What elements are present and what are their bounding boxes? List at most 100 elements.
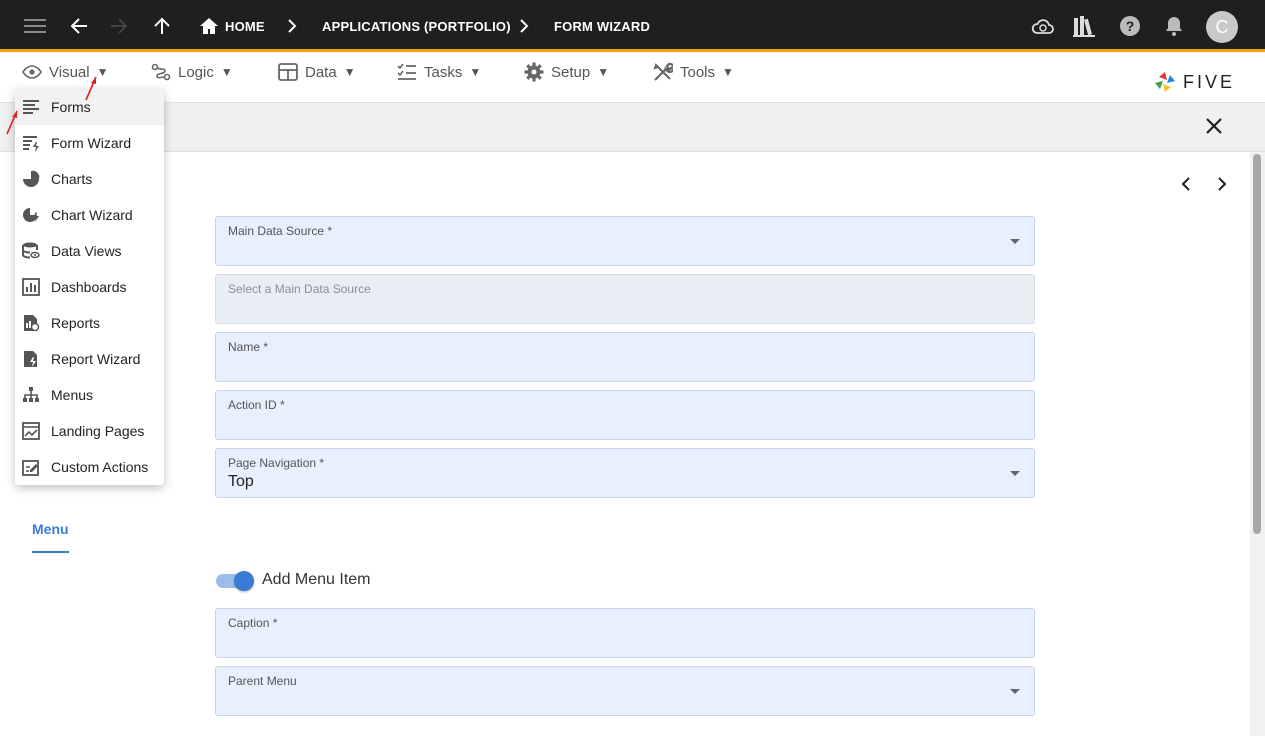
menu-tasks-label: Tasks xyxy=(424,63,463,81)
up-arrow-icon[interactable] xyxy=(149,13,175,39)
field-label: Main Data Source * xyxy=(228,224,333,238)
report-icon xyxy=(24,315,40,332)
top-bar: HOME APPLICATIONS (PORTFOLIO) FORM WIZAR… xyxy=(0,0,1265,52)
breadcrumb-form-wizard: FORM WIZARD xyxy=(554,18,651,34)
menu-data[interactable]: Data ▼ xyxy=(278,55,356,89)
landing-page-icon xyxy=(22,422,40,440)
menu-item-label: Data Views xyxy=(51,243,122,259)
hamburger-menu-icon[interactable] xyxy=(22,13,48,39)
add-menu-item-label: Add Menu Item xyxy=(262,571,371,588)
dropdown-caret-icon xyxy=(1010,239,1020,244)
visual-dropdown-menu: Forms Form Wizard Charts Chart Wizard Da… xyxy=(15,89,164,485)
breadcrumb-home[interactable]: HOME xyxy=(225,0,265,52)
menu-logic[interactable]: Logic ▼ xyxy=(151,55,233,89)
menu-item-charts[interactable]: Charts xyxy=(15,161,164,197)
tools-icon xyxy=(653,62,673,81)
page-navigation-select[interactable]: Page Navigation * Top xyxy=(215,448,1035,498)
library-icon[interactable] xyxy=(1071,13,1097,39)
menu-logic-label: Logic xyxy=(178,63,214,81)
annotation-arrow-visual xyxy=(85,76,97,101)
caret-down-icon: ▼ xyxy=(722,65,734,79)
field-label: Action ID * xyxy=(228,398,285,412)
field-label: Parent Menu xyxy=(228,674,297,688)
forward-arrow-icon[interactable] xyxy=(106,13,132,39)
breadcrumb-applications[interactable]: APPLICATIONS (PORTFOLIO) xyxy=(322,0,511,52)
menu-item-data-views[interactable]: Data Views xyxy=(15,233,164,269)
menu-item-reports[interactable]: Reports xyxy=(15,305,164,341)
custom-action-icon xyxy=(22,460,39,476)
parent-menu-select[interactable]: Parent Menu xyxy=(215,666,1035,716)
annotation-arrows xyxy=(6,76,97,135)
menu-tools-label: Tools xyxy=(680,63,716,81)
help-icon[interactable]: ? xyxy=(1117,13,1143,39)
caret-down-icon: ▼ xyxy=(343,65,356,79)
chart-wizard-icon xyxy=(23,208,39,222)
dashboard-icon xyxy=(22,278,40,296)
field-label: Caption * xyxy=(228,616,278,630)
five-logo: FIVE xyxy=(1153,70,1235,94)
annotation-arrow-forms xyxy=(6,110,18,135)
menu-item-label: Dashboards xyxy=(51,279,127,295)
user-avatar[interactable]: C xyxy=(1206,11,1238,43)
menu-item-menus[interactable]: Menus xyxy=(15,377,164,413)
vertical-scrollbar[interactable] xyxy=(1250,152,1265,736)
toggle-knob xyxy=(234,571,254,591)
chevron-right-icon xyxy=(279,13,305,39)
five-logo-text: FIVE xyxy=(1183,71,1236,92)
field-label: Page Navigation * xyxy=(228,456,325,470)
home-icon[interactable] xyxy=(196,13,222,39)
sitemap-icon xyxy=(23,387,39,402)
menu-item-chart-wizard[interactable]: Chart Wizard xyxy=(15,197,164,233)
menu-item-label: Landing Pages xyxy=(51,423,145,439)
checklist-icon xyxy=(397,63,416,80)
caption-field[interactable]: Caption * xyxy=(215,608,1035,658)
gear-icon xyxy=(524,62,544,82)
menu-tools[interactable]: Tools ▼ xyxy=(653,55,734,89)
name-field[interactable]: Name * xyxy=(215,332,1035,382)
field-label: Name * xyxy=(228,340,269,354)
menu-item-label: Menus xyxy=(51,387,94,403)
tab-menu[interactable]: Menu xyxy=(32,521,69,537)
menu-item-report-wizard[interactable]: Report Wizard xyxy=(15,341,164,377)
svg-text:?: ? xyxy=(1126,18,1135,34)
menu-setup[interactable]: Setup ▼ xyxy=(524,55,609,89)
table-icon xyxy=(278,63,298,81)
caret-down-icon: ▼ xyxy=(220,65,233,79)
menu-item-dashboards[interactable]: Dashboards xyxy=(15,269,164,305)
menu-item-label: Chart Wizard xyxy=(51,207,133,223)
menu-item-custom-actions[interactable]: Custom Actions xyxy=(15,449,164,485)
chevron-left-icon[interactable] xyxy=(1178,175,1196,193)
chevron-right-icon[interactable] xyxy=(1212,175,1230,193)
pie-chart-icon xyxy=(23,170,40,187)
main-data-source-placeholder-field: Select a Main Data Source xyxy=(215,274,1035,324)
form-header-strip xyxy=(0,103,1265,152)
scrollbar-thumb[interactable] xyxy=(1253,154,1261,534)
cloud-sync-icon[interactable] xyxy=(1030,13,1056,39)
chevron-right-icon xyxy=(511,13,537,39)
field-label: Select a Main Data Source xyxy=(228,282,371,296)
menu-item-landing-pages[interactable]: Landing Pages xyxy=(15,413,164,449)
action-id-field[interactable]: Action ID * xyxy=(215,390,1035,440)
close-icon[interactable] xyxy=(1203,115,1225,137)
menu-data-label: Data xyxy=(305,63,337,81)
notification-bell-icon[interactable] xyxy=(1161,13,1187,39)
menu-item-label: Report Wizard xyxy=(51,351,141,367)
dropdown-caret-icon xyxy=(1010,689,1020,694)
back-arrow-icon[interactable] xyxy=(66,13,92,39)
logic-flow-icon xyxy=(151,63,171,81)
add-menu-item-toggle[interactable] xyxy=(216,571,254,591)
tab-active-indicator xyxy=(32,551,69,553)
main-data-source-select[interactable]: Main Data Source * xyxy=(215,216,1035,266)
menu-tasks[interactable]: Tasks ▼ xyxy=(397,55,481,89)
caret-down-icon: ▼ xyxy=(469,65,482,79)
caret-down-icon: ▼ xyxy=(597,65,610,79)
report-wizard-icon xyxy=(24,351,37,367)
menu-item-label: Reports xyxy=(51,315,101,331)
five-logo-icon xyxy=(1155,72,1175,92)
menu-setup-label: Setup xyxy=(551,63,591,81)
field-value: Top xyxy=(228,473,254,490)
database-view-icon xyxy=(22,242,40,259)
dropdown-caret-icon xyxy=(1010,471,1020,476)
main-menu-bar: Visual ▼ Logic ▼ Data ▼ Tasks ▼ Setup ▼ … xyxy=(0,55,1265,103)
menu-item-label: Charts xyxy=(51,171,93,187)
